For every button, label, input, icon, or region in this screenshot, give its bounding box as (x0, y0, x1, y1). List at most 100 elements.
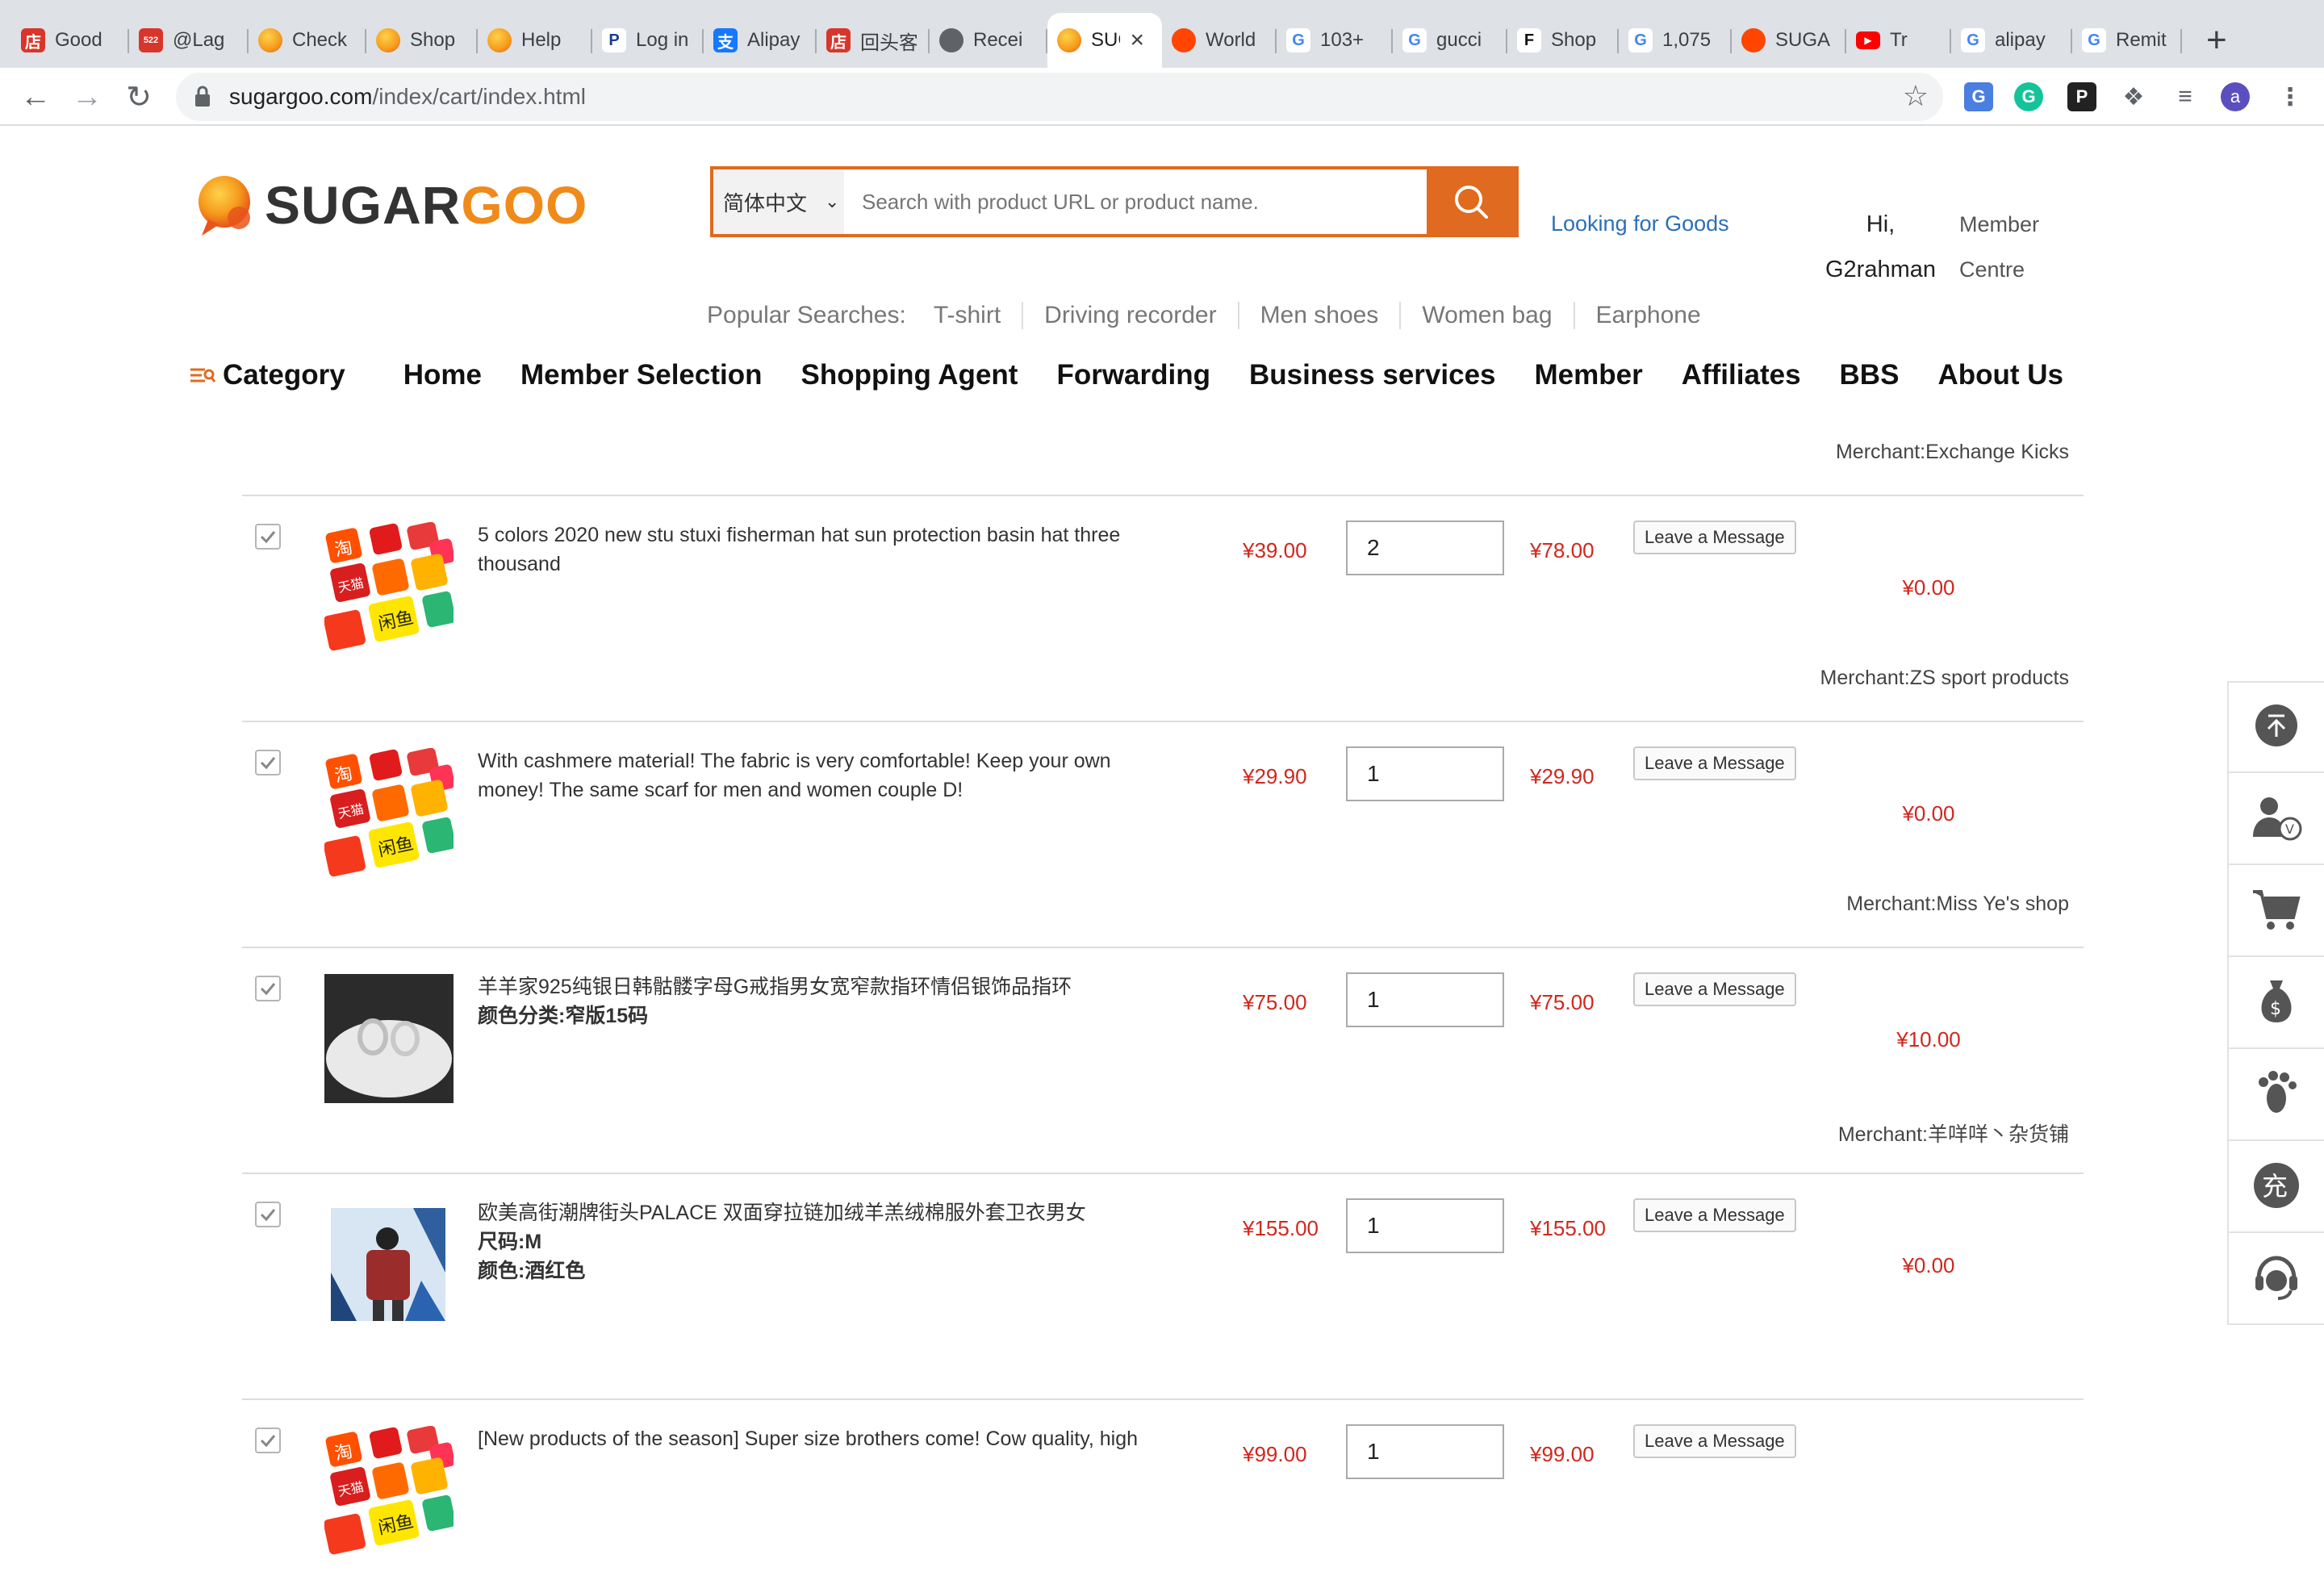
grammarly-icon[interactable]: G (2014, 82, 2043, 111)
nav-item-home[interactable]: Home (403, 359, 482, 391)
item-checkbox[interactable] (255, 1428, 281, 1453)
product-name[interactable]: 羊羊家925纯银日韩骷髅字母G戒指男女宽窄款指环情侣银饰品指环 颜色分类:窄版15… (478, 972, 1172, 1030)
forward-arrow-icon[interactable]: → (68, 77, 107, 116)
back-to-top-icon (2252, 701, 2301, 754)
side-toolbar-button[interactable] (2229, 683, 2324, 773)
new-tab-button[interactable]: + (2206, 18, 2227, 63)
browser-tab[interactable]: ▶ Tr (1846, 13, 1951, 68)
browser-tab[interactable]: 支 Alipay (704, 13, 817, 68)
bookmark-star-icon[interactable]: ☆ (1903, 79, 1929, 113)
product-title[interactable]: [New products of the season] Super size … (478, 1424, 1172, 1460)
google-icon: G (2082, 28, 2106, 52)
browser-tab[interactable]: P Log in (592, 13, 704, 68)
looking-for-goods-link[interactable]: Looking for Goods (1551, 211, 1729, 236)
product-thumbnail[interactable] (324, 1200, 454, 1329)
product-title[interactable]: 羊羊家925纯银日韩骷髅字母G戒指男女宽窄款指环情侣银饰品指环 (478, 972, 1172, 1001)
quantity-input[interactable]: 1 (1346, 746, 1504, 801)
side-toolbar-button[interactable]: $ (2229, 959, 2324, 1049)
quantity-input[interactable]: 2 (1346, 520, 1504, 575)
browser-tab[interactable]: SUGARGOO × (1047, 13, 1162, 68)
search-button[interactable] (1427, 169, 1515, 234)
dianpu-icon: 店 (826, 28, 851, 52)
search-input[interactable] (844, 169, 1427, 234)
nav-item-affiliates[interactable]: Affiliates (1682, 359, 1801, 391)
close-tab-icon[interactable]: × (1130, 27, 1144, 54)
nav-item-business-services[interactable]: Business services (1249, 359, 1495, 391)
language-select[interactable]: 简体中文 ⌄ (713, 169, 844, 234)
item-checkbox[interactable] (255, 524, 281, 550)
nav-item-member-selection[interactable]: Member Selection (520, 359, 763, 391)
sugargoo-logo[interactable]: SUGARGOO (192, 171, 587, 239)
unit-price: ¥75.00 (1243, 990, 1307, 1014)
product-title[interactable]: 5 colors 2020 new stu stuxi fisherman ha… (478, 520, 1172, 579)
product-thumbnail[interactable]: 淘天猫 闲鱼 (324, 748, 454, 877)
browser-tab[interactable]: F Shop (1507, 13, 1619, 68)
product-title[interactable]: With cashmere material! The fabric is ve… (478, 746, 1172, 805)
browser-tab[interactable]: G 1,075 (1619, 13, 1732, 68)
media-queue-icon[interactable]: ≡ (2171, 82, 2200, 111)
reload-icon[interactable]: ↻ (119, 77, 158, 116)
nav-item-bbs[interactable]: BBS (1840, 359, 1900, 391)
profile-avatar[interactable]: a (2221, 82, 2250, 111)
side-toolbar-button[interactable]: 充 (2229, 1143, 2324, 1233)
address-bar[interactable]: sugargoo.com/index/cart/index.html ☆ (176, 73, 1943, 121)
browser-menu-icon[interactable]: ⋮ (2276, 82, 2305, 111)
extensions-puzzle-icon[interactable]: ❖ (2119, 82, 2148, 111)
quantity-input[interactable]: 1 (1346, 972, 1504, 1027)
leave-message-button[interactable]: Leave a Message (1633, 520, 1796, 554)
row-divider (242, 495, 2084, 496)
popular-search-term[interactable]: Women bag (1401, 302, 1575, 329)
member-centre-link[interactable]: Member Centre (1959, 202, 2039, 292)
browser-tab[interactable]: Shop (366, 13, 478, 68)
product-thumbnail[interactable] (324, 974, 454, 1103)
product-title[interactable]: 欧美高街潮牌街头PALACE 双面穿拉链加绒羊羔绒棉服外套卫衣男女 (478, 1198, 1172, 1227)
side-toolbar-button[interactable] (2229, 1051, 2324, 1141)
side-toolbar-button[interactable]: V (2229, 775, 2324, 865)
browser-tab[interactable]: SUGA (1732, 13, 1846, 68)
browser-tab[interactable]: World (1162, 13, 1277, 68)
product-thumbnail[interactable]: 淘天猫 闲鱼 (324, 522, 454, 651)
browser-tab[interactable]: Check (249, 13, 366, 68)
browser-tab-title: 1,075 (1662, 29, 1712, 51)
item-checkbox[interactable] (255, 750, 281, 775)
browser-tab[interactable]: 店回头客 (817, 13, 930, 68)
side-toolbar-button[interactable] (2229, 1235, 2324, 1325)
nav-item-about-us[interactable]: About Us (1937, 359, 2063, 391)
browser-tab[interactable]: G 103+ (1277, 13, 1393, 68)
quantity-input[interactable]: 1 (1346, 1198, 1504, 1253)
side-toolbar-button[interactable] (2229, 867, 2324, 957)
nav-item-forwarding[interactable]: Forwarding (1056, 359, 1210, 391)
nav-item-shopping-agent[interactable]: Shopping Agent (801, 359, 1018, 391)
browser-tab[interactable]: Galipay (1951, 13, 2072, 68)
browser-tab-title: World (1206, 29, 1256, 51)
item-checkbox[interactable] (255, 976, 281, 1001)
popular-search-term[interactable]: Driving recorder (1023, 302, 1239, 329)
nav-item-category[interactable]: Category (223, 359, 345, 391)
product-thumbnail[interactable]: 淘天猫 闲鱼 (324, 1426, 454, 1555)
popular-search-term[interactable]: Earphone (1575, 302, 1722, 329)
google-translate-icon[interactable]: G (1964, 82, 1993, 111)
browser-tab[interactable]: 店 Good (11, 13, 129, 68)
leave-message-button[interactable]: Leave a Message (1633, 746, 1796, 780)
popular-search-term[interactable]: Men shoes (1239, 302, 1402, 329)
p-extension-icon[interactable]: P (2067, 82, 2096, 111)
quantity-input[interactable]: 1 (1346, 1424, 1504, 1479)
leave-message-button[interactable]: Leave a Message (1633, 972, 1796, 1006)
back-arrow-icon[interactable]: ← (16, 77, 55, 116)
browser-tab[interactable]: Help (478, 13, 592, 68)
product-name[interactable]: [New products of the season] Super size … (478, 1424, 1172, 1460)
browser-tab[interactable]: G Remit (2072, 13, 2182, 68)
product-name[interactable]: With cashmere material! The fabric is ve… (478, 746, 1172, 805)
product-name[interactable]: 欧美高街潮牌街头PALACE 双面穿拉链加绒羊羔绒棉服外套卫衣男女 尺码:M 颜色:… (478, 1198, 1172, 1285)
sugargoo-icon (487, 28, 512, 52)
leave-message-button[interactable]: Leave a Message (1633, 1198, 1796, 1232)
greeting-username[interactable]: G2rahman (1825, 247, 1936, 292)
browser-tab[interactable]: 522 @Lag (129, 13, 249, 68)
item-checkbox[interactable] (255, 1202, 281, 1227)
nav-item-member[interactable]: Member (1535, 359, 1643, 391)
popular-search-term[interactable]: T-shirt (913, 302, 1024, 329)
leave-message-button[interactable]: Leave a Message (1633, 1424, 1796, 1458)
browser-tab[interactable]: Recei (930, 13, 1047, 68)
product-name[interactable]: 5 colors 2020 new stu stuxi fisherman ha… (478, 520, 1172, 579)
browser-tab[interactable]: Ggucci (1393, 13, 1507, 68)
